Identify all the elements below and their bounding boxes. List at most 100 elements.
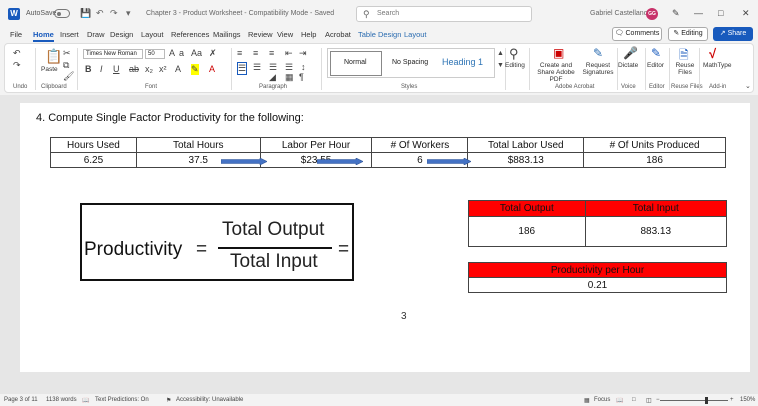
bullets-icon[interactable]: ≡: [237, 48, 242, 58]
create-share-pdf-button[interactable]: Create and Share Adobe PDF: [533, 62, 579, 83]
shrink-font-icon[interactable]: a: [179, 48, 184, 58]
tab-file[interactable]: File: [10, 30, 22, 39]
tab-mailings[interactable]: Mailings: [213, 30, 241, 39]
borders-icon[interactable]: ▦: [285, 72, 294, 83]
signature-icon[interactable]: ✎: [593, 46, 603, 60]
productivity-formula[interactable]: Productivity = Total Output Total Input …: [80, 203, 354, 281]
italic-icon[interactable]: I: [100, 64, 103, 74]
mathtype-icon[interactable]: √: [709, 46, 716, 61]
dictate-button[interactable]: Dictate: [618, 62, 638, 69]
arrow-shape[interactable]: [221, 158, 267, 165]
underline-icon[interactable]: U: [113, 64, 120, 74]
cell-total-output[interactable]: 186: [468, 216, 586, 247]
copy-icon[interactable]: ⧉: [63, 60, 69, 71]
styles-scroll-icon[interactable]: ▲: [497, 50, 504, 57]
accessibility-status[interactable]: Accessibility: Unavailable: [176, 397, 243, 403]
search-box[interactable]: ⚲ Search: [356, 6, 532, 22]
pdf-icon[interactable]: ▣: [553, 46, 564, 60]
editing-button-label[interactable]: Editing: [505, 62, 525, 69]
increase-indent-icon[interactable]: ⇥: [299, 48, 307, 59]
font-size-dropdown[interactable]: 50: [145, 49, 165, 59]
cell-total-input[interactable]: 883.13: [584, 216, 728, 247]
tab-home[interactable]: Home: [33, 30, 54, 42]
tab-help[interactable]: Help: [301, 30, 316, 39]
superscript-icon[interactable]: x²: [159, 64, 167, 74]
redo-icon[interactable]: ↷: [110, 8, 118, 19]
tab-layout[interactable]: Layout: [141, 30, 164, 39]
shading-icon[interactable]: ◢: [269, 72, 276, 83]
tab-references[interactable]: References: [171, 30, 209, 39]
align-left-icon[interactable]: ☰: [237, 62, 248, 75]
editing-mode-button[interactable]: ✎ Editing: [668, 27, 708, 41]
strikethrough-icon[interactable]: ab: [129, 64, 139, 74]
text-effects-icon[interactable]: A: [175, 64, 181, 74]
style-heading-1[interactable]: Heading 1: [442, 57, 483, 67]
style-no-spacing[interactable]: No Spacing: [392, 59, 428, 66]
cut-icon[interactable]: ✂: [63, 48, 71, 59]
zoom-in-icon[interactable]: +: [730, 397, 734, 403]
tab-table-design[interactable]: Table Design: [358, 30, 401, 39]
arrow-shape[interactable]: [427, 158, 471, 165]
tab-review[interactable]: Review: [248, 30, 273, 39]
editor-button[interactable]: Editor: [647, 62, 664, 69]
subscript-icon[interactable]: x₂: [145, 64, 153, 74]
multilevel-list-icon[interactable]: ≡: [269, 48, 274, 58]
customize-qat-icon[interactable]: ▾: [126, 8, 131, 19]
request-signatures-button[interactable]: Request Signatures: [581, 62, 615, 76]
spell-check-icon[interactable]: 📖: [82, 397, 89, 404]
numbering-icon[interactable]: ≡: [253, 48, 258, 58]
zoom-level[interactable]: 150%: [740, 397, 755, 403]
comments-button[interactable]: 🗨 Comments: [612, 27, 662, 41]
undo-icon[interactable]: ↶: [13, 48, 21, 59]
microphone-icon[interactable]: 🎤: [623, 46, 638, 60]
tab-insert[interactable]: Insert: [60, 30, 79, 39]
bold-icon[interactable]: B: [85, 64, 92, 74]
format-painter-icon[interactable]: 🖌: [63, 71, 74, 82]
page-count[interactable]: Page 3 of 11: [4, 397, 38, 403]
redo-icon[interactable]: ↷: [13, 60, 21, 71]
find-icon[interactable]: ⚲: [509, 46, 519, 62]
focus-button[interactable]: Focus: [594, 397, 610, 403]
mathtype-button[interactable]: MathType: [703, 62, 732, 69]
reuse-files-button[interactable]: Reuse Files: [673, 62, 697, 76]
minimize-icon[interactable]: —: [694, 8, 703, 18]
autosave-toggle[interactable]: [54, 9, 70, 18]
ribbon-display-icon[interactable]: ✎: [672, 8, 680, 19]
tab-table-layout[interactable]: Layout: [404, 30, 427, 39]
decrease-indent-icon[interactable]: ⇤: [285, 48, 293, 59]
word-count[interactable]: 1138 words: [46, 397, 77, 403]
close-icon[interactable]: ✕: [742, 8, 750, 19]
web-layout-icon[interactable]: ◫: [646, 397, 652, 404]
undo-icon[interactable]: ↶: [96, 8, 104, 19]
editor-icon[interactable]: ✎: [651, 46, 661, 60]
zoom-out-icon[interactable]: −: [656, 397, 660, 403]
zoom-slider-track[interactable]: [660, 400, 728, 401]
user-name[interactable]: Gabriel Castellano: [590, 10, 648, 17]
print-layout-icon[interactable]: □: [632, 397, 636, 403]
change-case-icon[interactable]: Aa: [191, 48, 202, 58]
show-formatting-icon[interactable]: ¶: [299, 72, 304, 82]
tab-draw[interactable]: Draw: [87, 30, 105, 39]
font-color-icon[interactable]: A: [209, 64, 215, 74]
tab-design[interactable]: Design: [110, 30, 133, 39]
align-center-icon[interactable]: ☰: [253, 62, 261, 73]
styles-more-icon[interactable]: ▼: [497, 62, 504, 69]
cell-hours-used[interactable]: 6.25: [50, 152, 137, 168]
tab-acrobat[interactable]: Acrobat: [325, 30, 351, 39]
grow-font-icon[interactable]: A: [169, 48, 175, 58]
avatar[interactable]: GG: [646, 8, 658, 20]
restore-icon[interactable]: □: [718, 8, 723, 18]
paste-icon[interactable]: 📋: [45, 48, 62, 65]
arrow-shape[interactable]: [317, 158, 363, 165]
clear-formatting-icon[interactable]: ✗: [209, 48, 217, 59]
highlight-icon[interactable]: ✎: [191, 64, 199, 75]
cell-productivity-per-hour[interactable]: 0.21: [468, 277, 727, 293]
cell-units-produced[interactable]: 186: [583, 152, 726, 168]
save-icon[interactable]: 💾: [80, 8, 91, 19]
collapse-ribbon-icon[interactable]: ⌄: [745, 82, 751, 90]
tab-view[interactable]: View: [277, 30, 293, 39]
line-spacing-icon[interactable]: ↕: [301, 62, 306, 72]
read-mode-icon[interactable]: 📖: [616, 397, 623, 404]
font-name-dropdown[interactable]: Times New Roman: [83, 49, 143, 59]
zoom-slider-thumb[interactable]: [705, 397, 708, 404]
